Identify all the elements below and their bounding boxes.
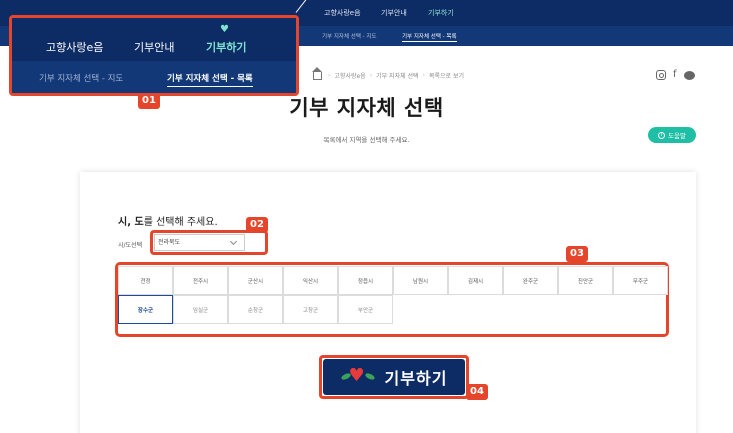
subnav-item-map[interactable]: 기부 지자체 선택 - 지도 <box>322 32 377 40</box>
city-option[interactable]: 전정 <box>118 266 173 295</box>
kakaotalk-icon[interactable] <box>683 70 695 80</box>
city-option[interactable]: 무주군 <box>613 266 668 295</box>
city-option[interactable]: 익산시 <box>283 266 338 295</box>
zoom-nav-item-guide[interactable]: 기부안내 <box>134 39 174 55</box>
facebook-icon[interactable]: f <box>673 70 677 80</box>
subnav-item-list[interactable]: 기부 지자체 선택 - 목록 <box>402 32 457 42</box>
help-button-label: 도움말 <box>668 132 686 140</box>
city-option[interactable]: 완주군 <box>503 266 558 295</box>
breadcrumb-item[interactable]: 고향사랑e음 <box>334 71 365 80</box>
city-option[interactable]: 순창군 <box>228 295 283 324</box>
region-select-label: 시/도선택 <box>118 242 143 249</box>
zoom-subnav-item-list[interactable]: 기부 지자체 선택 - 목록 <box>167 72 253 87</box>
city-option[interactable]: 남원시 <box>393 266 448 295</box>
breadcrumb-item[interactable]: 기부 지자체 선택 <box>376 71 418 80</box>
info-icon: i <box>658 131 666 139</box>
nav-zoom-callout: 고향사랑e음 기부안내 ♥ 기부하기 기부 지자체 선택 - 지도 기부 지자체… <box>9 15 299 96</box>
home-icon[interactable] <box>312 66 322 80</box>
badge-03: 03 <box>566 246 588 262</box>
breadcrumb-separator: › <box>369 72 373 79</box>
help-button[interactable]: i 도움말 <box>648 127 696 143</box>
city-option[interactable]: 진안군 <box>558 266 613 295</box>
city-option[interactable]: 김제시 <box>448 266 503 295</box>
nav-item-home[interactable]: 고향사랑e음 <box>324 8 361 18</box>
zoom-subnav-item-map[interactable]: 기부 지자체 선택 - 지도 <box>39 72 123 84</box>
heart-icon: ♥ <box>220 24 229 35</box>
nav-item-guide[interactable]: 기부안내 <box>381 8 407 18</box>
heart-icon: ♥ <box>339 366 376 388</box>
section-label: 시, 도를 선택해 주세요. <box>118 213 218 228</box>
section-label-rest: 를 선택해 주세요. <box>143 217 218 228</box>
badge-02: 02 <box>246 217 268 233</box>
section-label-bold: 시, 도 <box>118 217 144 228</box>
breadcrumb-separator: › <box>422 72 425 79</box>
donate-button-label: 기부하기 <box>384 369 448 388</box>
city-option[interactable]: 군산시 <box>228 266 283 295</box>
breadcrumb-separator: › <box>328 72 331 79</box>
social-links: f <box>656 70 695 80</box>
city-option[interactable]: 부안군 <box>338 295 393 324</box>
zoom-nav-item-home[interactable]: 고향사랑e음 <box>46 39 103 55</box>
city-option[interactable]: 장수군 <box>118 295 173 324</box>
breadcrumb: › 고향사랑e음 › 기부 지자체 선택 › 목록으로 보기 <box>312 66 465 80</box>
page-title: 기부 지자체 선택 <box>289 96 444 120</box>
city-option[interactable]: 정읍시 <box>338 266 393 295</box>
donate-button[interactable]: ♥ 기부하기 <box>323 359 465 395</box>
nav-item-donate[interactable]: 기부하기 <box>428 8 454 18</box>
page-subtitle: 목록에서 지역을 선택해 주세요. <box>323 136 410 144</box>
zoom-nav-item-donate[interactable]: 기부하기 <box>206 39 246 55</box>
city-option[interactable]: 고창군 <box>283 295 338 324</box>
badge-04: 04 <box>466 384 488 400</box>
city-option[interactable]: 임실군 <box>173 295 228 324</box>
city-option[interactable]: 전주시 <box>173 266 228 295</box>
breadcrumb-item: 목록으로 보기 <box>428 73 465 80</box>
instagram-icon[interactable] <box>656 70 666 80</box>
